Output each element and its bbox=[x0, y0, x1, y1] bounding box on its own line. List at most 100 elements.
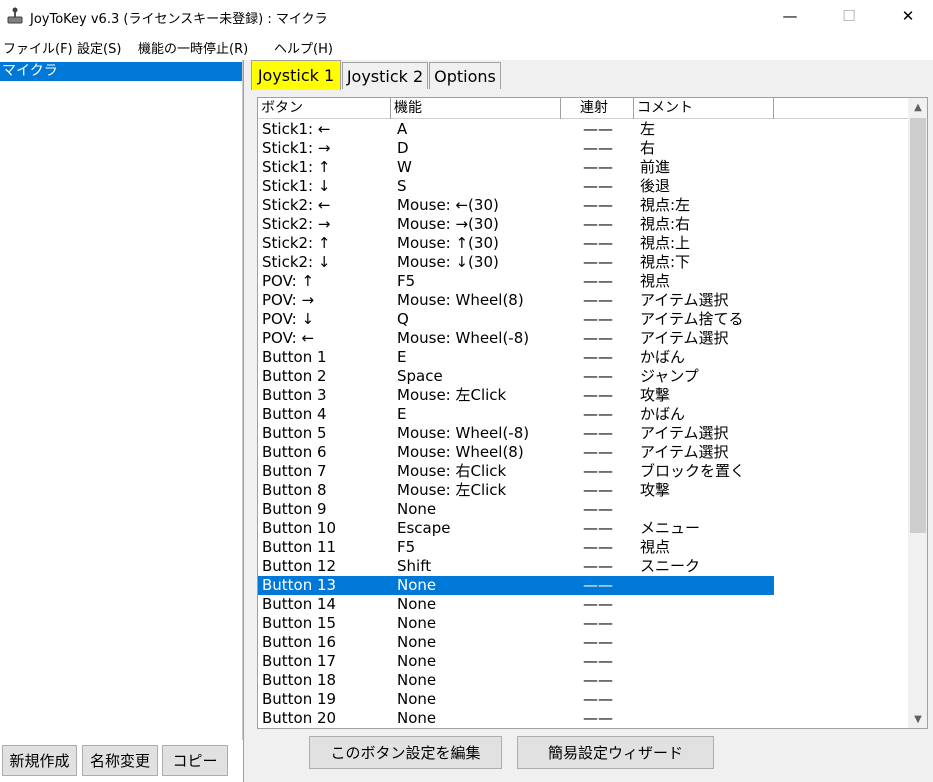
row-rapid-cell: —— bbox=[583, 614, 613, 632]
table-row[interactable]: Button 13 None —— bbox=[258, 576, 774, 595]
row-function-cell: Mouse: Wheel(-8) bbox=[397, 424, 530, 442]
rename-config-button[interactable]: 名称変更 bbox=[82, 745, 158, 776]
button-list[interactable]: ボタン 機能 連射 コメント Stick1: ← A —— 左 Stick1: → D ——… bbox=[257, 97, 928, 729]
row-rapid-cell: —— bbox=[583, 595, 613, 613]
table-row[interactable]: Button 6 Mouse: Wheel(8) —— アイテム選択 bbox=[258, 443, 908, 462]
row-comment-cell: 視点:上 bbox=[640, 234, 691, 252]
row-button-cell: Stick1: ↓ bbox=[262, 177, 331, 195]
vertical-scrollbar[interactable]: ▲ ▼ bbox=[908, 98, 927, 728]
table-row[interactable]: Button 12 Shift —— スニーク bbox=[258, 557, 908, 576]
column-header-comment[interactable]: コメント bbox=[634, 98, 774, 119]
row-button-cell: Stick2: → bbox=[262, 215, 331, 233]
row-rapid-cell: —— bbox=[583, 443, 613, 461]
row-function-cell: Mouse: →(30) bbox=[397, 215, 499, 233]
table-row[interactable]: Stick2: → Mouse: →(30) —— 視点:右 bbox=[258, 215, 908, 234]
table-row[interactable]: Button 10 Escape —— メニュー bbox=[258, 519, 908, 538]
column-header-button[interactable]: ボタン bbox=[258, 98, 391, 119]
copy-config-button[interactable]: コピー bbox=[162, 745, 228, 776]
row-comment-cell: 視点 bbox=[640, 272, 671, 290]
scrollbar-thumb[interactable] bbox=[910, 118, 926, 533]
table-row[interactable]: Button 5 Mouse: Wheel(-8) —— アイテム選択 bbox=[258, 424, 908, 443]
row-rapid-cell: —— bbox=[583, 177, 613, 195]
row-button-cell: Button 10 bbox=[262, 519, 337, 537]
table-row[interactable]: POV: ↓ Q —— アイテム捨てる bbox=[258, 310, 908, 329]
row-function-cell: Mouse: Wheel(-8) bbox=[397, 329, 530, 347]
row-rapid-cell: —— bbox=[583, 633, 613, 651]
row-comment-cell: ジャンプ bbox=[640, 367, 699, 385]
table-row[interactable]: Stick2: ↑ Mouse: ↑(30) —— 視点:上 bbox=[258, 234, 908, 253]
title-bar: JoyToKey v6.3 (ライセンスキー未登録) : マイクラ — ☐ ✕ bbox=[0, 0, 933, 32]
config-item-selected[interactable]: マイクラ bbox=[0, 62, 242, 81]
table-row[interactable]: Button 17 None —— bbox=[258, 652, 908, 671]
edit-button-config-button[interactable]: このボタン設定を編集 bbox=[309, 736, 502, 769]
row-comment-cell: 前進 bbox=[640, 158, 671, 176]
table-row[interactable]: POV: → Mouse: Wheel(8) —— アイテム選択 bbox=[258, 291, 908, 310]
row-function-cell: None bbox=[397, 576, 437, 594]
table-row[interactable]: Button 16 None —— bbox=[258, 633, 908, 652]
close-button[interactable]: ✕ bbox=[885, 0, 931, 32]
table-row[interactable]: Button 11 F5 —— 視点 bbox=[258, 538, 908, 557]
row-function-cell: D bbox=[397, 139, 409, 157]
minimize-button[interactable]: — bbox=[767, 0, 813, 32]
row-function-cell: A bbox=[397, 120, 408, 138]
row-button-cell: Stick2: ↑ bbox=[262, 234, 331, 252]
table-row[interactable]: Button 8 Mouse: 左Click —— 攻撃 bbox=[258, 481, 908, 500]
chevron-up-icon[interactable]: ▲ bbox=[908, 98, 927, 116]
menu-settings[interactable]: 設定(S) bbox=[77, 38, 121, 57]
maximize-button[interactable]: ☐ bbox=[826, 0, 872, 32]
row-function-cell: Mouse: ↑(30) bbox=[397, 234, 499, 252]
table-row[interactable]: Stick2: ↓ Mouse: ↓(30) —— 視点:下 bbox=[258, 253, 908, 272]
table-row[interactable]: Stick1: ↓ S —— 後退 bbox=[258, 177, 908, 196]
table-row[interactable]: Button 18 None —— bbox=[258, 671, 908, 690]
table-row[interactable]: Stick1: → D —— 右 bbox=[258, 139, 908, 158]
row-rapid-cell: —— bbox=[583, 348, 613, 366]
row-comment-cell: かばん bbox=[640, 348, 686, 366]
table-row[interactable]: POV: ↑ F5 —— 視点 bbox=[258, 272, 908, 291]
table-row[interactable]: Button 19 None —— bbox=[258, 690, 908, 709]
row-rapid-cell: —— bbox=[583, 671, 613, 689]
row-button-cell: POV: ← bbox=[262, 329, 315, 347]
tab-joystick-2[interactable]: Joystick 2 bbox=[342, 62, 428, 89]
row-rapid-cell: —— bbox=[583, 196, 613, 214]
table-row[interactable]: Button 3 Mouse: 左Click —— 攻撃 bbox=[258, 386, 908, 405]
table-row[interactable]: Button 1 E —— かばん bbox=[258, 348, 908, 367]
table-row[interactable]: Button 7 Mouse: 右Click —— ブロックを置く bbox=[258, 462, 908, 481]
row-comment-cell: アイテム選択 bbox=[640, 329, 729, 347]
menu-pause[interactable]: 機能の一時停止(R) bbox=[138, 38, 248, 57]
row-function-cell: Mouse: 左Click bbox=[397, 481, 507, 499]
row-rapid-cell: —— bbox=[583, 576, 613, 594]
row-function-cell: Mouse: 左Click bbox=[397, 386, 507, 404]
column-header-rapid[interactable]: 連射 bbox=[561, 98, 634, 119]
table-row[interactable]: Button 15 None —— bbox=[258, 614, 908, 633]
table-row[interactable]: Stick1: ↑ W —— 前進 bbox=[258, 158, 908, 177]
row-function-cell: F5 bbox=[397, 538, 416, 556]
row-function-cell: Mouse: Wheel(8) bbox=[397, 443, 524, 461]
table-row[interactable]: Button 20 None —— bbox=[258, 709, 908, 728]
column-header-function[interactable]: 機能 bbox=[391, 98, 561, 119]
table-row[interactable]: Button 9 None —— bbox=[258, 500, 908, 519]
row-button-cell: Button 14 bbox=[262, 595, 337, 613]
table-row[interactable]: Button 14 None —— bbox=[258, 595, 908, 614]
row-button-cell: Button 6 bbox=[262, 443, 327, 461]
menu-help[interactable]: ヘルプ(H) bbox=[274, 38, 333, 57]
tab-joystick-1[interactable]: Joystick 1 bbox=[251, 60, 341, 90]
table-row[interactable]: Button 4 E —— かばん bbox=[258, 405, 908, 424]
row-button-cell: Stick1: ← bbox=[262, 120, 331, 138]
new-config-button[interactable]: 新規作成 bbox=[2, 745, 77, 776]
row-button-cell: Stick2: ← bbox=[262, 196, 331, 214]
row-comment-cell: スニーク bbox=[640, 557, 701, 575]
chevron-down-icon[interactable]: ▼ bbox=[908, 710, 927, 728]
row-rapid-cell: —— bbox=[583, 405, 613, 423]
table-row[interactable]: Stick2: ← Mouse: ←(30) —— 視点:左 bbox=[258, 196, 908, 215]
row-function-cell: Mouse: 右Click bbox=[397, 462, 507, 480]
row-comment-cell: 視点:下 bbox=[640, 253, 691, 271]
menu-file[interactable]: ファイル(F) bbox=[3, 38, 73, 57]
table-row[interactable]: Button 2 Space —— ジャンプ bbox=[258, 367, 908, 386]
row-button-cell: Button 17 bbox=[262, 652, 337, 670]
table-row[interactable]: POV: ← Mouse: Wheel(-8) —— アイテム選択 bbox=[258, 329, 908, 348]
tab-options[interactable]: Options bbox=[429, 62, 501, 89]
row-function-cell: W bbox=[397, 158, 412, 176]
row-function-cell: Mouse: ←(30) bbox=[397, 196, 499, 214]
table-row[interactable]: Stick1: ← A —— 左 bbox=[258, 120, 908, 139]
setup-wizard-button[interactable]: 簡易設定ウィザード bbox=[517, 736, 714, 769]
